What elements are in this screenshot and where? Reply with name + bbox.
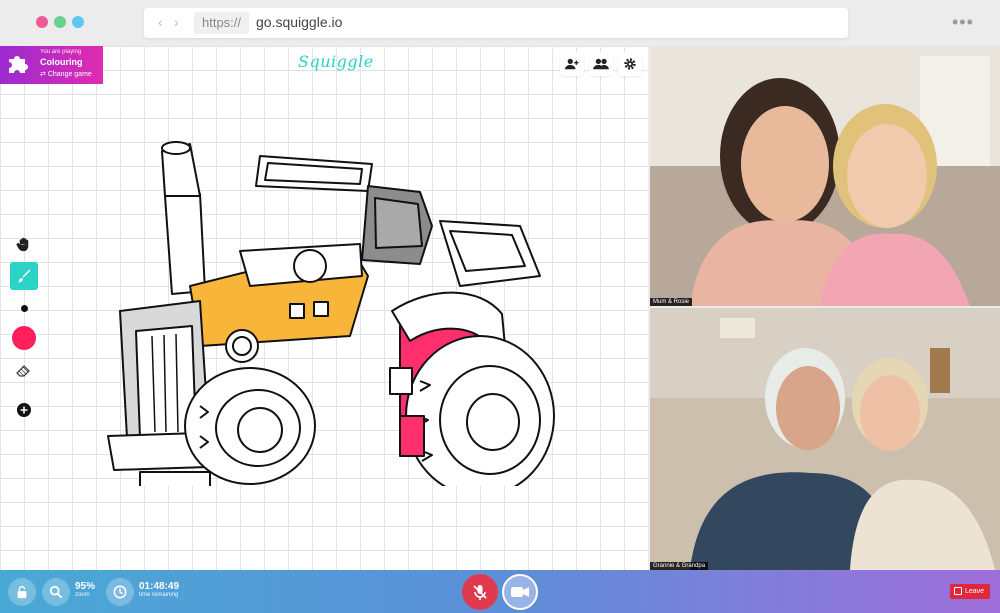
clock-icon	[113, 585, 127, 599]
puzzle-icon	[9, 56, 28, 73]
video-camera-icon	[511, 587, 529, 597]
users-icon	[593, 58, 609, 70]
video-tile-mum-rosie[interactable]: Mum & Rosie	[650, 46, 1000, 306]
game-title: Colouring	[40, 57, 83, 67]
microphone-off-icon	[473, 585, 487, 600]
time-label: time remaining	[139, 592, 179, 598]
timer-button[interactable]	[106, 578, 134, 606]
color-swatch-icon	[12, 326, 36, 350]
leave-label: Leave	[965, 588, 985, 595]
video-feed-image	[650, 46, 1000, 306]
invite-button[interactable]	[560, 52, 584, 76]
hand-icon	[16, 237, 29, 252]
gear-icon	[624, 58, 636, 70]
chevron-left-icon[interactable]: ‹	[158, 14, 163, 30]
brush-tool-button[interactable]	[10, 262, 38, 290]
game-playing-label: You are playing	[40, 49, 82, 55]
video-name-tag: Mum & Rosie	[650, 298, 693, 306]
app-stage: You are playing Colouring ⇄ Change game …	[0, 46, 1000, 570]
video-tile-grannie-grandpa[interactable]: Grannie & Grandpa	[650, 308, 1000, 570]
brush-icon	[18, 269, 31, 283]
settings-button[interactable]	[618, 52, 642, 76]
video-name-tag: Grannie & Grandpa	[650, 562, 709, 570]
brush-size-button[interactable]	[10, 294, 38, 322]
app-logo: Squiggle	[298, 52, 374, 71]
zoom-value: 95%	[75, 581, 96, 592]
address-bar[interactable]: ‹ › https:// go.squiggle.io	[144, 8, 848, 38]
zoom-readout: 95% zoom	[75, 581, 95, 598]
drawing-canvas[interactable]: You are playing Colouring ⇄ Change game …	[0, 46, 648, 570]
game-badge[interactable]: You are playing Colouring ⇄ Change game	[0, 46, 103, 84]
plus-icon	[17, 403, 31, 417]
colour-picker-button[interactable]	[10, 324, 38, 352]
zoom-label: zoom	[75, 592, 90, 598]
tractor-colouring-picture[interactable]	[100, 136, 560, 486]
change-game-link[interactable]: ⇄ Change game	[40, 70, 92, 78]
lock-icon	[17, 586, 27, 599]
add-tool-button[interactable]	[10, 396, 38, 424]
exit-icon	[954, 587, 962, 595]
mute-microphone-button[interactable]	[462, 574, 498, 610]
lock-button[interactable]	[8, 578, 36, 606]
url-scheme: https://	[194, 12, 250, 34]
search-icon	[49, 585, 63, 599]
zoom-button[interactable]	[42, 578, 70, 606]
eraser-icon	[16, 365, 30, 377]
browser-chrome: ‹ › https:// go.squiggle.io •••	[0, 0, 1000, 46]
camera-toggle-button[interactable]	[502, 574, 538, 610]
video-feed-image	[650, 308, 1000, 570]
window-minimize-dot[interactable]	[54, 16, 66, 28]
window-maximize-dot[interactable]	[72, 16, 84, 28]
pan-tool-button[interactable]	[10, 230, 38, 258]
leave-button[interactable]: Leave	[950, 584, 990, 599]
more-horizontal-icon[interactable]: •••	[952, 12, 974, 33]
brush-size-icon	[20, 304, 28, 312]
participants-button[interactable]	[589, 52, 613, 76]
bottom-control-bar: 95% zoom 01:48:49 time remaining Leave	[0, 570, 1000, 613]
eraser-tool-button[interactable]	[10, 356, 38, 384]
chevron-right-icon[interactable]: ›	[174, 14, 179, 30]
change-game-label: Change game	[47, 71, 92, 78]
window-close-dot[interactable]	[36, 16, 48, 28]
time-readout: 01:48:49 time remaining	[139, 581, 179, 598]
time-value: 01:48:49	[139, 581, 180, 592]
url-text[interactable]: go.squiggle.io	[256, 14, 342, 30]
add-user-icon	[565, 58, 579, 70]
